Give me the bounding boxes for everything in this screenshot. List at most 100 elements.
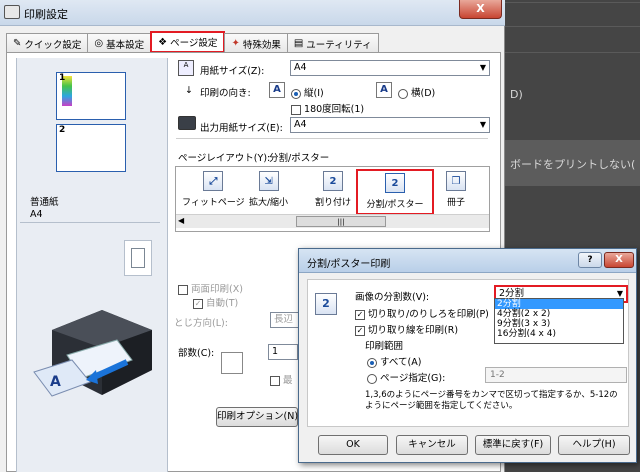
background-row	[505, 26, 640, 44]
option-4[interactable]: 4分割(2 x 2)	[495, 309, 623, 319]
help-icon[interactable]: ?	[578, 252, 602, 268]
poster-icon: 2	[385, 173, 405, 193]
tab-effects[interactable]: ✦ 特殊効果	[224, 33, 288, 53]
count-label: 画像の分割数(V):	[355, 292, 430, 303]
page-layout-value: 分割/ポスター	[269, 153, 330, 164]
radio-icon	[367, 357, 377, 368]
orientation-arrow-icon: ↓	[185, 85, 193, 96]
all-pages-radio[interactable]: すべて(A)	[367, 354, 421, 368]
page-layout-label: ページレイアウト(Y):	[178, 153, 271, 164]
range-label: 印刷範囲	[365, 341, 404, 352]
paper-size-select[interactable]: A4 ▼	[290, 60, 490, 76]
option-2[interactable]: 2分割	[495, 299, 623, 309]
landscape-radio[interactable]: 横(D)	[398, 85, 435, 99]
orientation-label: 印刷の向き:	[200, 88, 251, 99]
dialog-title: 分割/ポスター印刷	[307, 259, 391, 270]
option-16[interactable]: 16分割(4 x 4)	[495, 329, 623, 339]
layout-poster[interactable]: 2 分割/ポスター	[356, 169, 434, 215]
poster-print-dialog: 分割/ポスター印刷 ? X 2 画像の分割数(V): 2分割 ▼ ✓ 切り取り/の…	[298, 248, 637, 463]
background-row	[505, 2, 640, 20]
auto-checkbox[interactable]: ✓ 自動(T)	[193, 295, 238, 309]
radio-icon	[291, 88, 301, 99]
cutline-checkbox[interactable]: ✓ 切り取り線を印刷(R)	[355, 322, 458, 336]
scroll-thumb[interactable]: |||	[296, 216, 386, 227]
checkbox-icon: ✓	[355, 309, 365, 320]
svg-text:A: A	[50, 374, 61, 390]
page-number: 2	[59, 125, 66, 135]
paper-icon	[131, 248, 145, 268]
portrait-radio[interactable]: 縦(I)	[291, 85, 324, 99]
chevron-down-icon: ▼	[479, 120, 486, 129]
portrait-icon: A	[269, 82, 285, 98]
layout-scrollbar[interactable]: ◀ |||	[176, 214, 489, 228]
utility-icon: ▤	[293, 38, 304, 49]
help-button[interactable]: ヘルプ(H)	[558, 435, 630, 455]
print-options-button[interactable]: 印刷オプション(N)	[216, 407, 298, 427]
checkbox-icon	[178, 284, 188, 295]
output-size-select[interactable]: A4 ▼	[290, 117, 490, 133]
checkbox-icon: ✓	[193, 298, 203, 309]
preview-page-2	[56, 124, 126, 172]
divider	[20, 222, 160, 223]
background-text: ボードをプリントしない(	[510, 158, 636, 171]
paper-type: 普通紙	[30, 197, 59, 208]
rotate-180-checkbox[interactable]: 180度回転(1)	[291, 101, 364, 115]
page-icon: ❖	[158, 36, 168, 48]
copies-icon	[221, 352, 243, 374]
effects-icon: ✦	[231, 38, 240, 49]
radio-icon	[398, 88, 408, 99]
tab-bar: ✎ クイック設定 ◎ 基本設定 ❖ ページ設定 ✦ 特殊効果 ▤ ユーティリティ	[6, 31, 379, 53]
trim-checkbox[interactable]: ✓ 切り取り/のりしろを印刷(P)	[355, 306, 489, 320]
checkbox-icon	[291, 104, 301, 115]
layout-fit-page[interactable]: ⤢ フィットページ	[182, 171, 245, 208]
option-9[interactable]: 9分割(3 x 3)	[495, 319, 623, 329]
printer-illustration: A	[33, 310, 152, 397]
tab-basic[interactable]: ◎ 基本設定	[87, 33, 152, 53]
scale-icon: ⇲	[258, 171, 279, 191]
page-number: 1	[59, 73, 66, 83]
dialog-title-bar: 分割/ポスター印刷 ? X	[299, 249, 636, 273]
page-spec-input[interactable]	[485, 367, 627, 383]
paper-size-icon: A	[178, 60, 194, 76]
window-title: 印刷設定	[24, 8, 68, 21]
poster-icon: 2	[315, 293, 337, 315]
landscape-icon: A	[376, 82, 392, 98]
quick-icon: ✎	[13, 38, 22, 49]
output-printer-icon	[178, 116, 196, 130]
paper-size-label: 用紙サイズ(Z):	[200, 66, 265, 77]
paper-size-info: A4	[30, 209, 43, 220]
copies-label: 部数(C):	[178, 348, 215, 359]
range-hint: 1,3,6のようにページ番号をカンマで区切って指定するか、5-12のようにページ…	[365, 390, 618, 411]
reset-default-button[interactable]: 標準に戻す(F)	[475, 435, 551, 455]
tab-utility[interactable]: ▤ ユーティリティ	[286, 33, 379, 53]
layout-n-up[interactable]: 2 割り付け	[315, 171, 351, 208]
booklet-icon: ❒	[446, 171, 466, 191]
basic-icon: ◎	[94, 38, 104, 49]
n-up-icon: 2	[323, 171, 343, 191]
tab-page-setup[interactable]: ❖ ページ設定	[150, 31, 226, 53]
dialog-close-button[interactable]: X	[604, 252, 634, 268]
layout-scale[interactable]: ⇲ 拡大/縮小	[249, 171, 288, 208]
divider	[176, 138, 488, 139]
tab-quick[interactable]: ✎ クイック設定	[6, 33, 89, 53]
output-size-label: 出力用紙サイズ(E):	[200, 123, 283, 134]
checkbox-icon: ✓	[355, 325, 365, 336]
copies-input[interactable]: 1	[268, 344, 298, 360]
binding-select[interactable]: 長辺	[270, 312, 300, 328]
checkbox-icon	[270, 375, 280, 386]
layout-booklet[interactable]: ❒ 冊子	[446, 171, 466, 208]
duplex-checkbox[interactable]: 両面印刷(X)	[178, 281, 243, 295]
background-text: D)	[510, 88, 523, 101]
scroll-left-icon[interactable]: ◀	[178, 216, 184, 225]
collate-checkbox[interactable]: 最	[270, 372, 293, 386]
chevron-down-icon: ▼	[479, 63, 486, 72]
fit-page-icon: ⤢	[203, 171, 224, 191]
printer-icon	[4, 5, 20, 19]
radio-icon	[367, 373, 377, 384]
background-row	[505, 52, 640, 70]
ok-button[interactable]: OK	[318, 435, 388, 455]
count-dropdown-list: 2分割 4分割(2 x 2) 9分割(3 x 3) 16分割(4 x 4)	[494, 298, 624, 344]
cancel-button[interactable]: キャンセル	[396, 435, 468, 455]
page-spec-radio[interactable]: ページ指定(G):	[367, 370, 445, 384]
close-button[interactable]: X	[459, 0, 502, 19]
